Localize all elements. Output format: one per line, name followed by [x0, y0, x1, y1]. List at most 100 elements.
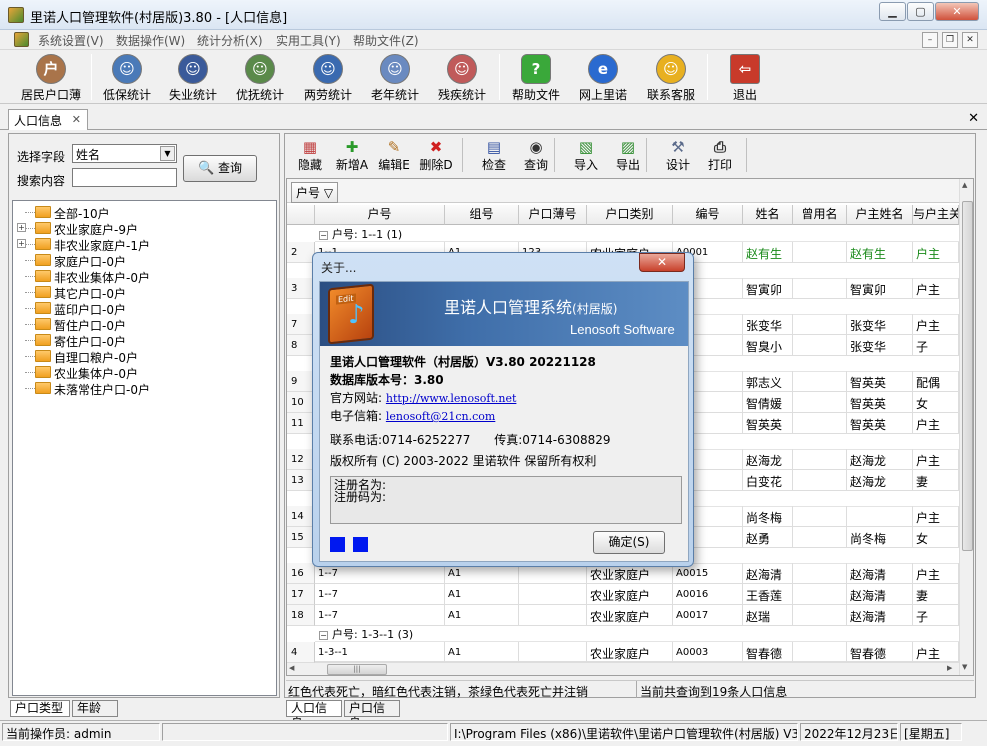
table-cell[interactable] [793, 335, 847, 356]
scroll-up-icon[interactable]: ▲ [962, 181, 967, 189]
table-cell[interactable] [793, 413, 847, 434]
tab-household-type[interactable]: 户口类型 [10, 700, 70, 717]
table-cell[interactable] [847, 506, 913, 527]
table-cell[interactable] [793, 584, 847, 605]
table-cell[interactable]: 女 [913, 527, 959, 548]
table-cell[interactable] [793, 278, 847, 299]
row-number[interactable]: 16 [287, 563, 315, 584]
menu-statistics[interactable]: 统计分析(X) [197, 32, 263, 49]
table-cell[interactable] [793, 642, 847, 663]
table-cell[interactable]: 子 [913, 335, 959, 356]
group-row[interactable]: − 户号: 1--1 (1) [315, 226, 959, 242]
table-cell[interactable]: 智英英 [743, 413, 793, 434]
tab-household-info-bottom[interactable]: 户口信息 [344, 700, 400, 730]
table-cell[interactable]: 王香莲 [743, 584, 793, 605]
table-cell[interactable] [793, 371, 847, 392]
table-cell[interactable] [793, 563, 847, 584]
table-cell[interactable]: 户主 [913, 278, 959, 299]
table-cell[interactable] [793, 314, 847, 335]
row-number[interactable]: 17 [287, 584, 315, 605]
menu-system-settings[interactable]: 系统设置(V) [38, 32, 104, 49]
search-input[interactable] [72, 168, 177, 187]
hscroll-thumb[interactable]: ||| [327, 664, 387, 675]
column-header[interactable]: 户号 [315, 205, 445, 225]
toolbar-button-register[interactable]: 户 居民户口薄 [16, 52, 86, 102]
table-cell[interactable]: 智寅卯 [847, 278, 913, 299]
table-cell[interactable] [793, 605, 847, 626]
query-button[interactable]: 🔍 查询 [183, 155, 257, 182]
grid-toolbar-button[interactable]: ◉ 查询 [516, 138, 556, 174]
table-cell[interactable]: 智春德 [743, 642, 793, 663]
dialog-close-button[interactable]: ✕ [639, 253, 685, 272]
scroll-left-icon[interactable]: ◀ [289, 664, 294, 672]
email-link[interactable]: lenosoft@21cn.com [386, 410, 495, 423]
column-header[interactable]: 姓名 [743, 205, 793, 225]
table-cell[interactable]: 农业家庭户 [587, 584, 673, 605]
registration-box[interactable]: 注册名为: 注册码为: [330, 476, 682, 524]
table-cell[interactable]: 张变华 [847, 335, 913, 356]
table-cell[interactable]: 1-3--1 [315, 642, 445, 663]
table-cell[interactable]: 尚冬梅 [743, 506, 793, 527]
table-cell[interactable]: 赵海龙 [847, 470, 913, 491]
table-cell[interactable]: 户主 [913, 563, 959, 584]
table-cell[interactable]: 白变花 [743, 470, 793, 491]
row-number[interactable]: 9 [287, 371, 315, 392]
tree-item[interactable]: + 农业家庭户-9户 [13, 220, 253, 237]
table-cell[interactable]: 子 [913, 605, 959, 626]
horizontal-scrollbar[interactable]: ◀ ||| ▶ [287, 661, 959, 675]
table-cell[interactable]: A0016 [673, 584, 743, 605]
table-cell[interactable]: 赵海龙 [847, 449, 913, 470]
table-cell[interactable]: 赵有生 [847, 242, 913, 263]
table-cell[interactable]: 智英英 [847, 413, 913, 434]
row-number[interactable]: 8 [287, 335, 315, 356]
tree-item[interactable]: 暂住户口-0户 [13, 316, 253, 333]
row-number[interactable]: 14 [287, 506, 315, 527]
table-cell[interactable]: 户主 [913, 449, 959, 470]
app-icon[interactable] [8, 7, 24, 23]
table-cell[interactable]: 农业家庭户 [587, 642, 673, 663]
mdi-restore-button[interactable]: ❐ [942, 32, 958, 48]
table-cell[interactable]: 智英英 [847, 371, 913, 392]
grid-toolbar-button[interactable]: ▨ 导出 [608, 138, 648, 174]
toolbar-button-support[interactable]: ☺ 联系客服 [640, 52, 702, 102]
field-select[interactable]: 姓名 ▼ [72, 144, 177, 163]
table-cell[interactable]: 赵海清 [847, 605, 913, 626]
table-cell[interactable]: 智春德 [847, 642, 913, 663]
table-cell[interactable]: 智英英 [847, 392, 913, 413]
scroll-thumb[interactable] [962, 201, 973, 551]
table-cell[interactable] [793, 470, 847, 491]
menu-data-operations[interactable]: 数据操作(W) [116, 32, 185, 49]
grid-toolbar-button[interactable]: ✚ 新增A [332, 138, 372, 174]
table-cell[interactable]: A0003 [673, 642, 743, 663]
tree-item[interactable]: 寄住户口-0户 [13, 332, 253, 349]
table-cell[interactable]: 户主 [913, 242, 959, 263]
table-cell[interactable]: 赵海清 [847, 584, 913, 605]
table-cell[interactable]: 赵海龙 [743, 449, 793, 470]
table-cell[interactable]: 配偶 [913, 371, 959, 392]
scroll-right-icon[interactable]: ▶ [947, 664, 952, 672]
toolbar-button-disability[interactable]: ☺ 残疾统计 [431, 52, 493, 102]
mdi-close-button[interactable]: ✕ [962, 32, 978, 48]
table-cell[interactable]: 1--7 [315, 584, 445, 605]
row-number[interactable]: 15 [287, 527, 315, 548]
column-header[interactable]: 曾用名 [793, 205, 847, 225]
table-cell[interactable]: 女 [913, 392, 959, 413]
table-cell[interactable]: 张变华 [847, 314, 913, 335]
table-cell[interactable]: A1 [445, 642, 519, 663]
grid-toolbar-button[interactable]: ✎ 编辑E [374, 138, 414, 174]
tab-population-info-bottom[interactable]: 人口信息 [286, 700, 342, 730]
tree-item[interactable]: 农业集体户-0户 [13, 364, 253, 381]
table-cell[interactable] [793, 506, 847, 527]
table-cell[interactable] [793, 527, 847, 548]
table-cell[interactable]: 户主 [913, 506, 959, 527]
toolbar-button-unemployment[interactable]: ☺ 失业统计 [162, 52, 224, 102]
table-cell[interactable]: 赵勇 [743, 527, 793, 548]
close-button[interactable]: ✕ [935, 2, 979, 21]
table-cell[interactable]: A1 [445, 584, 519, 605]
table-cell[interactable]: 户主 [913, 314, 959, 335]
table-cell[interactable]: 智臭小 [743, 335, 793, 356]
table-cell[interactable] [793, 392, 847, 413]
toolbar-button-exit[interactable]: ⇦ 退出 [714, 52, 776, 102]
group-row[interactable]: − 户号: 1-3--1 (3) [315, 626, 959, 642]
table-cell[interactable]: 尚冬梅 [847, 527, 913, 548]
